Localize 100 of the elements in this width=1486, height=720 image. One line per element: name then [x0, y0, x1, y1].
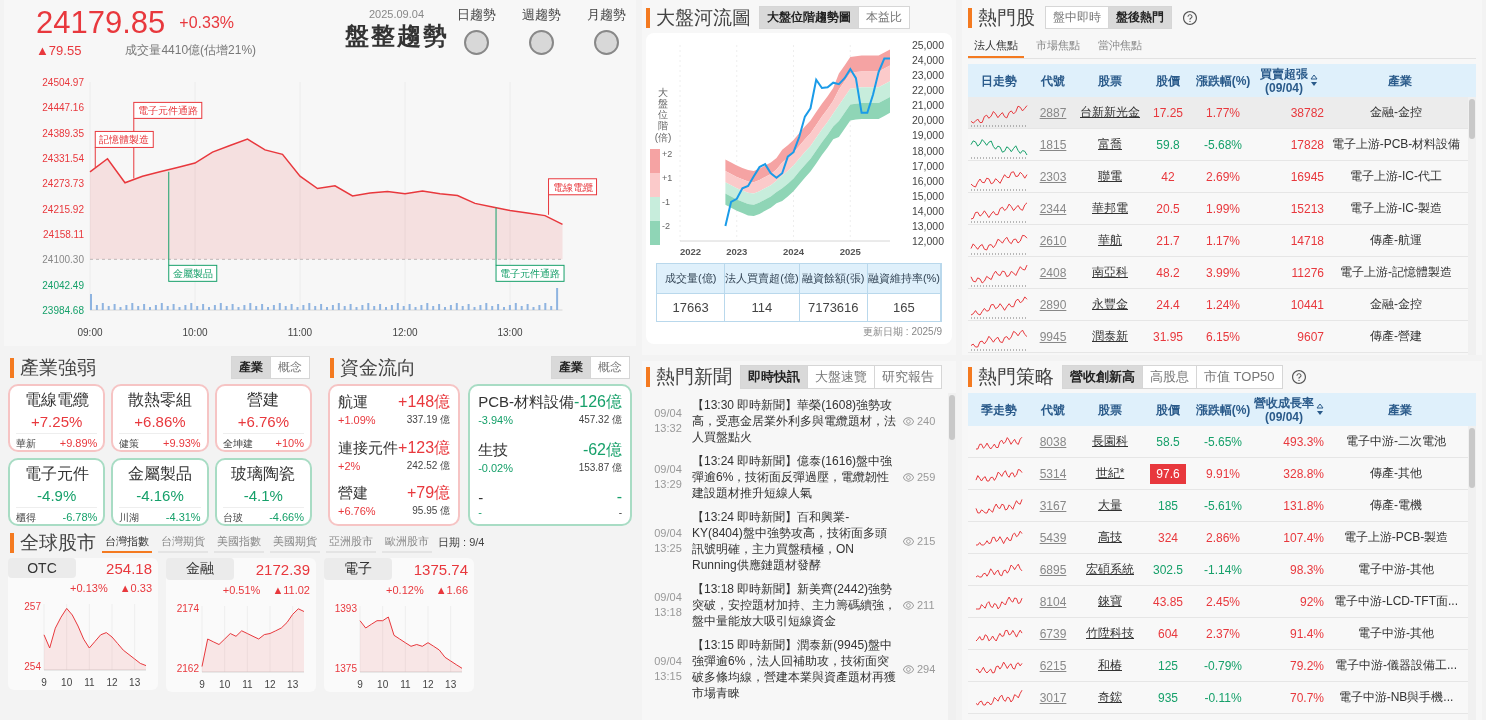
- net-buy-cell-text: 11276: [1290, 265, 1324, 280]
- price-cell-text: 935: [1157, 689, 1179, 707]
- axis-label: 10: [377, 679, 389, 690]
- axis-label: 9: [357, 679, 363, 690]
- price-cell-text: 58.5: [1155, 433, 1181, 451]
- section-title: 熱門策略: [968, 367, 1054, 387]
- industry-cell-text: 電子上游-IC-製造: [1349, 200, 1443, 217]
- price-cell-text: 17.25: [1152, 105, 1184, 120]
- sector-name: PCB-材料設備: [478, 393, 574, 412]
- industry-cell-text: 電子上游-記憶體製造: [1339, 264, 1453, 281]
- growth-cell-text: 98.3%: [1288, 562, 1324, 577]
- axis-label: 24331.54: [42, 153, 84, 164]
- axis-label: 16,000: [911, 174, 944, 187]
- axis-label: 13: [287, 679, 299, 690]
- sector-name: 連接元件: [338, 438, 398, 458]
- volume-text: 成交量4410億(估增21%): [125, 42, 257, 59]
- industry-cell-text: 電子中游-LCD-TFT面...: [1333, 593, 1459, 610]
- stock-change: -6.78%: [62, 511, 98, 525]
- update-date: 更新日期 : 2025/9: [862, 325, 943, 339]
- axis-label: 13:00: [497, 327, 523, 338]
- axis-label: 15,000: [911, 189, 944, 202]
- industry-cell-text: 電子上游-PCB-製造: [1342, 529, 1450, 546]
- annotation: 電線電纜: [552, 181, 593, 193]
- axis-label: 1375: [334, 663, 357, 674]
- change-cell-text: 9.91%: [1205, 466, 1241, 481]
- stock-change: -4.31%: [165, 511, 201, 525]
- price-cell-text: 185: [1157, 497, 1179, 515]
- industry-name: 電子元件: [24, 464, 89, 484]
- net-buy-cell-text: 14718: [1289, 233, 1324, 248]
- industry-cell-text: 傳產-航運: [1369, 232, 1423, 249]
- growth-cell-text: 70.7%: [1288, 690, 1324, 705]
- stock-name: 櫃得: [16, 511, 36, 525]
- trend-status: 盤整趨勢: [344, 21, 449, 51]
- annotation: 電子元件通路: [500, 268, 561, 280]
- axis-label: 21,000: [911, 99, 944, 112]
- change-cell-text: -0.11%: [1203, 690, 1243, 705]
- industry-change: -4.16%: [136, 487, 184, 504]
- flow-amount: +123億: [398, 437, 451, 458]
- industry-cell-text: 金融-金控: [1369, 104, 1423, 121]
- view-count: 215: [902, 534, 948, 548]
- flow-amount: -62億: [582, 440, 622, 460]
- turnover-value: 337.19 億: [406, 413, 451, 427]
- axis-label: 23984.68: [42, 305, 84, 316]
- annotation: 記憶體製造: [99, 134, 150, 146]
- turnover-value: 153.87 億: [578, 461, 622, 475]
- change-cell-text: -5.68%: [1203, 137, 1243, 152]
- price-cell-text: 604: [1157, 625, 1179, 643]
- date-text: 2025.09.04: [368, 8, 425, 20]
- stock-change: -4.66%: [269, 511, 304, 525]
- axis-label: 257: [24, 601, 41, 612]
- axis-label: 23,000: [911, 69, 944, 82]
- stock-name: 健策: [119, 437, 140, 451]
- market-value: 1375.74: [413, 560, 468, 578]
- legend-label: +1: [662, 173, 673, 183]
- section-title: 產業強弱: [10, 357, 96, 378]
- price-cell-text: 59.8: [1155, 137, 1181, 152]
- callout-label: 電線電纜: [548, 178, 598, 196]
- view-count: 211: [902, 598, 948, 612]
- axis-label: 12: [422, 679, 434, 690]
- industry-change: -4.1%: [243, 487, 283, 504]
- net-buy-cell-text: 15213: [1289, 201, 1324, 216]
- legend-label: +2: [662, 149, 673, 159]
- change-cell-text: -1.14%: [1203, 562, 1243, 577]
- news-time: 09/04 13:25: [653, 526, 683, 556]
- index-value: 24179.85: [36, 6, 166, 40]
- axis-label: 13,000: [911, 219, 944, 232]
- change-cell-text: 2.37%: [1205, 626, 1241, 641]
- callout-label: 電子元件通路: [133, 101, 203, 119]
- industry-change: +7.25%: [31, 413, 83, 430]
- market-name: 金融: [166, 558, 234, 580]
- price-cell-text: 20.5: [1155, 201, 1181, 216]
- axis-label: 2022: [680, 246, 702, 257]
- axis-label: 10: [61, 677, 73, 688]
- axis-label: 24,000: [911, 54, 944, 67]
- axis-label: 24389.35: [42, 127, 84, 139]
- change-percent: +0.51%: [222, 584, 261, 596]
- section-title: 全球股市: [10, 532, 96, 553]
- legend-unit: (倍): [654, 131, 672, 145]
- stock-name: 川湖: [119, 511, 140, 525]
- view-count: 259: [902, 470, 948, 484]
- callout-label: 金屬製品: [168, 264, 218, 282]
- table-header: 融資餘額(張): [799, 264, 868, 293]
- section-title: 熱門股: [968, 7, 1035, 28]
- industry-cell-text: 電子中游-二次電池: [1345, 433, 1447, 450]
- change-points: ▲11.02: [272, 584, 310, 596]
- signal-label: 日趨勢: [457, 6, 496, 24]
- change-cell-text: -0.79%: [1203, 658, 1243, 673]
- annotation: 電子元件通路: [137, 105, 198, 117]
- change-cell-text: 3.99%: [1205, 265, 1241, 280]
- growth-cell-text: 493.3%: [1282, 434, 1324, 449]
- news-time: 09/04 13:32: [653, 406, 683, 436]
- price-cell-text: 48.2: [1155, 265, 1181, 280]
- legend-title: 大盤位階: [658, 87, 668, 131]
- axis-label: 24100.30: [42, 254, 84, 266]
- turnover-value: -: [618, 506, 622, 518]
- stock-name: 全坤建: [222, 437, 253, 451]
- change-cell-text: 1.77%: [1205, 105, 1241, 120]
- industry-cell-text: 傳產-電機: [1369, 497, 1423, 514]
- change-cell-text: 6.15%: [1205, 329, 1241, 344]
- axis-label: 24504.97: [42, 77, 84, 88]
